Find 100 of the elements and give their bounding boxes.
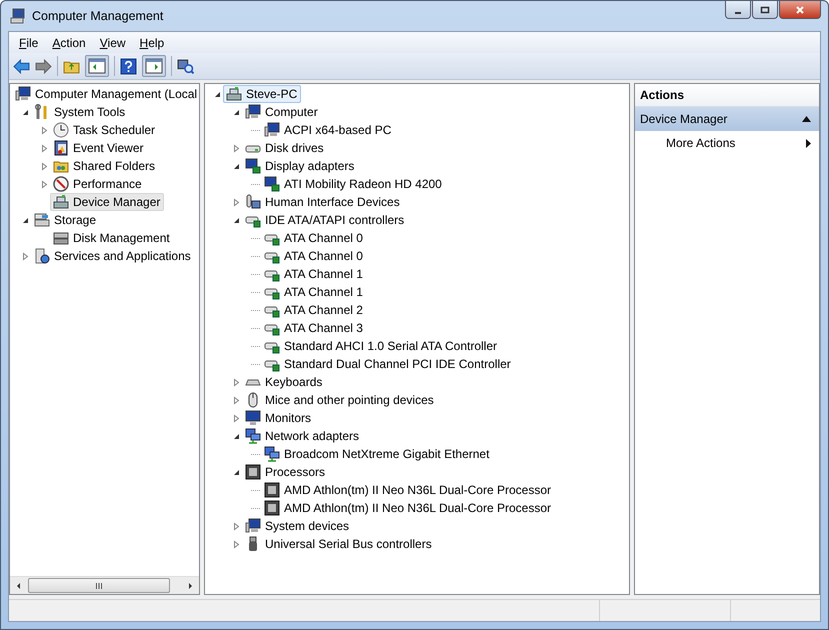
collapse-arrow-icon[interactable]: [21, 216, 30, 224]
collapse-arrow-icon[interactable]: [213, 90, 222, 98]
network-icon: [264, 446, 280, 462]
submenu-arrow-icon: [806, 138, 811, 148]
tree-item[interactable]: Performance: [50, 175, 146, 193]
minimize-button[interactable]: [725, 1, 751, 19]
tree-item[interactable]: ACPI x64-based PC: [261, 121, 396, 139]
tree-item[interactable]: AMD Athlon(tm) II Neo N36L Dual-Core Processor: [261, 481, 555, 499]
tree-item[interactable]: ATA Channel 2: [261, 301, 367, 319]
tree-item[interactable]: Keyboards: [242, 373, 326, 391]
expand-arrow-icon[interactable]: [232, 414, 241, 422]
scroll-left-icon[interactable]: [15, 582, 23, 590]
computer-icon: [10, 8, 26, 24]
close-icon: [795, 4, 805, 14]
expand-arrow-icon[interactable]: [232, 396, 241, 404]
selected-tree-item[interactable]: Steve-PC: [223, 85, 302, 103]
expand-arrow-icon[interactable]: [40, 180, 49, 188]
computer-icon: [245, 104, 261, 120]
collapse-arrow-icon[interactable]: [232, 162, 241, 170]
expand-arrow-icon[interactable]: [232, 522, 241, 530]
tree-item[interactable]: Broadcom NetXtreme Gigabit Ethernet: [261, 445, 494, 463]
horizontal-scrollbar[interactable]: [10, 576, 199, 594]
tree-item[interactable]: AMD Athlon(tm) II Neo N36L Dual-Core Processor: [261, 499, 555, 517]
expand-arrow-icon[interactable]: [232, 144, 241, 152]
tree-item[interactable]: Computer Management (Local: [12, 85, 199, 103]
clock-icon: [53, 122, 69, 138]
selected-tree-item[interactable]: Device Manager: [50, 193, 164, 211]
tree-item[interactable]: ATA Channel 0: [261, 229, 367, 247]
expand-arrow-icon[interactable]: [40, 144, 49, 152]
collapse-arrow-icon[interactable]: [21, 108, 30, 116]
action-pane-icon[interactable]: [142, 55, 166, 77]
back-icon[interactable]: [13, 58, 30, 74]
forward-icon[interactable]: [35, 58, 52, 74]
section-header[interactable]: Device Manager: [635, 107, 819, 131]
expand-arrow-icon[interactable]: [232, 540, 241, 548]
tree-item[interactable]: Event Viewer: [50, 139, 148, 157]
collapse-arrow-icon[interactable]: [232, 108, 241, 116]
display-icon: [245, 158, 261, 174]
tree-item[interactable]: ATA Channel 1: [261, 265, 367, 283]
tree-item[interactable]: Task Scheduler: [50, 121, 160, 139]
tree-item[interactable]: Network adapters: [242, 427, 364, 445]
scrollbar-thumb[interactable]: [28, 578, 170, 593]
tree-item[interactable]: Disk drives: [242, 139, 328, 157]
tree-item[interactable]: ATA Channel 3: [261, 319, 367, 337]
tree-item[interactable]: Processors: [242, 463, 330, 481]
expand-arrow-icon[interactable]: [232, 378, 241, 386]
network-icon: [245, 428, 261, 444]
tree-item[interactable]: Mice and other pointing devices: [242, 391, 438, 409]
collapse-arrow-icon[interactable]: [232, 216, 241, 224]
tree-item[interactable]: System devices: [242, 517, 354, 535]
scroll-right-icon[interactable]: [186, 582, 194, 590]
scan-icon[interactable]: [177, 58, 194, 74]
maximize-icon: [760, 4, 770, 14]
tree-item[interactable]: Human Interface Devices: [242, 193, 404, 211]
action-link[interactable]: More Actions: [635, 131, 819, 155]
tree-item[interactable]: Universal Serial Bus controllers: [242, 535, 436, 553]
tree-item[interactable]: IDE ATA/ATAPI controllers: [242, 211, 408, 229]
computer-icon: [245, 518, 261, 534]
tree-item[interactable]: System Tools: [31, 103, 130, 121]
chip-icon: [264, 482, 280, 498]
help-icon[interactable]: [120, 58, 137, 74]
computer-icon: [264, 122, 280, 138]
collapse-arrow-icon[interactable]: [232, 432, 241, 440]
minimize-icon: [735, 12, 741, 14]
menu-item[interactable]: Action: [45, 36, 93, 50]
tree-item[interactable]: ATA Channel 1: [261, 283, 367, 301]
expand-arrow-icon[interactable]: [21, 252, 30, 260]
tree-item[interactable]: Disk Management: [50, 229, 174, 247]
display-icon: [264, 176, 280, 192]
menu-item[interactable]: Help: [132, 36, 172, 50]
menu-item[interactable]: View: [92, 36, 133, 50]
expand-arrow-icon[interactable]: [232, 198, 241, 206]
input-device-icon: [245, 194, 261, 210]
tree-item[interactable]: Standard Dual Channel PCI IDE Controller: [261, 355, 515, 373]
tree-item[interactable]: ATI Mobility Radeon HD 4200: [261, 175, 446, 193]
menu-item[interactable]: File: [12, 36, 46, 50]
collapse-arrow-icon[interactable]: [232, 468, 241, 476]
disk-icon: [53, 230, 69, 246]
expand-arrow-icon[interactable]: [40, 126, 49, 134]
device-icon: [226, 86, 242, 102]
chip-icon: [245, 464, 261, 480]
gauge-icon: [53, 176, 69, 192]
close-button[interactable]: [779, 1, 821, 19]
maximize-button[interactable]: [752, 1, 778, 19]
expand-arrow-icon[interactable]: [40, 162, 49, 170]
tree-item[interactable]: Shared Folders: [50, 157, 160, 175]
tree-item[interactable]: Computer: [242, 103, 322, 121]
tree-item[interactable]: ATA Channel 0: [261, 247, 367, 265]
tree-pane-icon[interactable]: [85, 55, 109, 77]
log-icon: [53, 140, 69, 156]
tree-item[interactable]: Display adapters: [242, 157, 358, 175]
collapse-arrow-icon: [802, 116, 811, 122]
tree-item[interactable]: Storage: [31, 211, 100, 229]
tree-item[interactable]: Standard AHCI 1.0 Serial ATA Controller: [261, 337, 501, 355]
device-icon: [53, 194, 69, 210]
tree-item[interactable]: Monitors: [242, 409, 316, 427]
chip-icon: [264, 500, 280, 516]
services-icon: [34, 248, 50, 264]
storage-icon: [34, 212, 50, 228]
tree-item[interactable]: Services and Applications: [31, 247, 195, 265]
